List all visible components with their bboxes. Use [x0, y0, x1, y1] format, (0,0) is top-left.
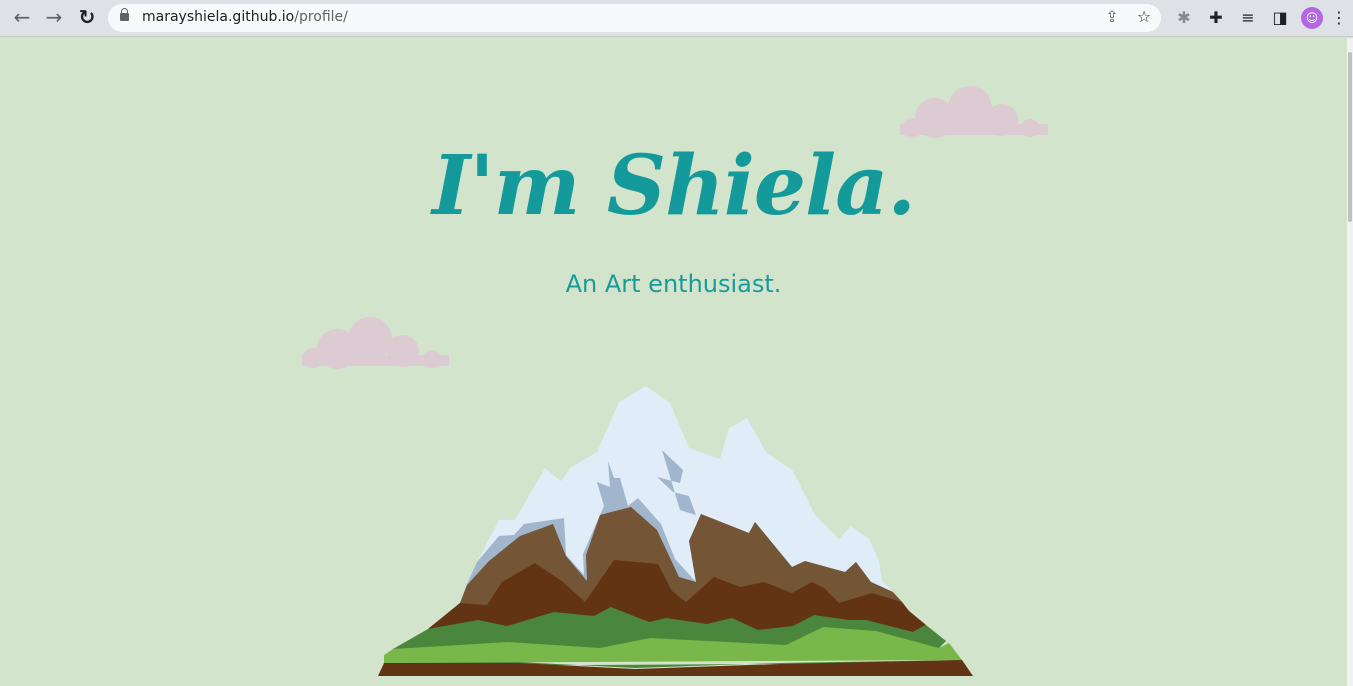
cloud-right: [900, 86, 1048, 138]
illustration: [302, 86, 1048, 676]
mountain: [378, 386, 973, 676]
page-title: I'm Shiela.: [432, 138, 916, 234]
page-subtitle: An Art enthusiast.: [565, 270, 782, 298]
cloud-left: [302, 317, 449, 369]
